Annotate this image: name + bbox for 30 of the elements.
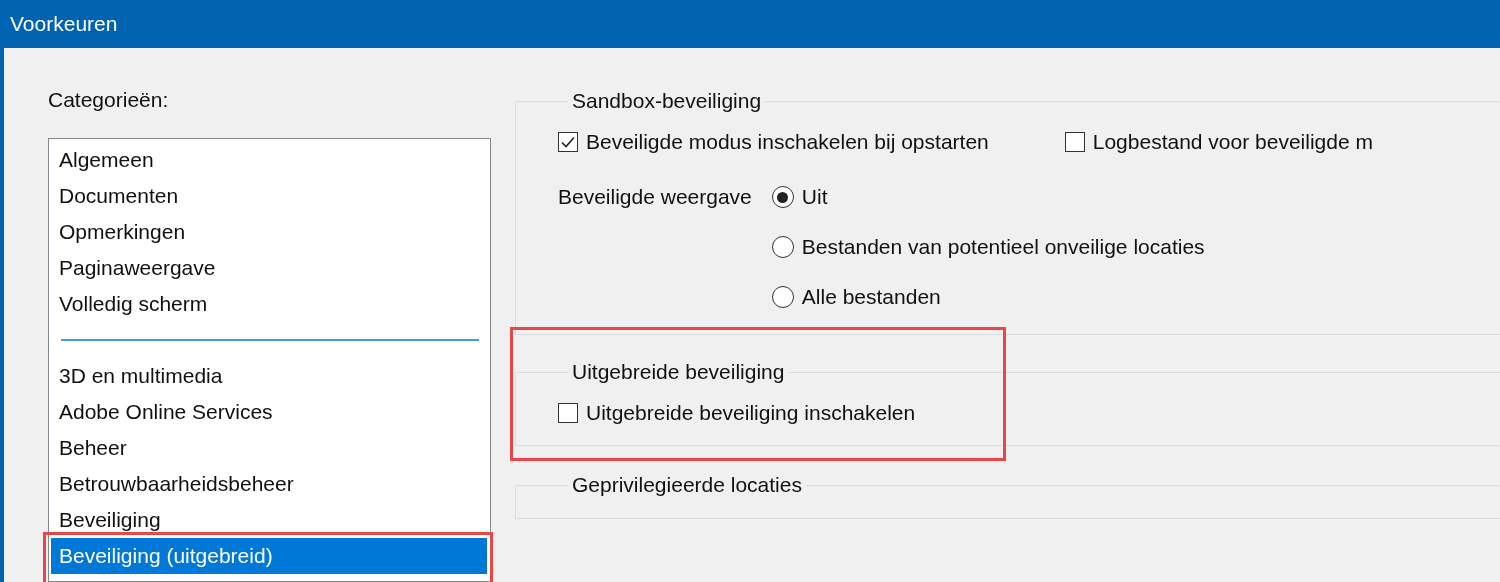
category-item[interactable]: Betrouwbaarheidsbeheer bbox=[51, 466, 487, 502]
category-item[interactable]: Algemeen bbox=[51, 142, 487, 178]
checkbox-label: Logbestand voor beveiligde m bbox=[1092, 130, 1373, 154]
group-title: Geprivilegieerde locaties bbox=[571, 472, 803, 498]
radio-group-label: Beveiligde weergave bbox=[558, 184, 752, 210]
category-item[interactable]: Beheer bbox=[51, 430, 487, 466]
checkbox[interactable] bbox=[558, 132, 578, 152]
radio-button[interactable] bbox=[771, 236, 794, 258]
category-item[interactable]: 3D en multimedia bbox=[51, 358, 487, 394]
checkbox-label: Uitgebreide beveiliging inschakelen bbox=[586, 401, 916, 425]
category-item[interactable]: Opmerkingen bbox=[51, 214, 487, 250]
category-item[interactable]: Beveiliging bbox=[51, 502, 487, 538]
radio-button[interactable] bbox=[771, 286, 794, 308]
check-icon bbox=[560, 134, 576, 150]
checkbox-label: Beveiligde modus inschakelen bij opstarten bbox=[586, 130, 989, 154]
category-item[interactable]: Beveiliging (uitgebreid) bbox=[51, 538, 487, 574]
group-title: Uitgebreide beveiliging bbox=[571, 359, 786, 385]
category-item[interactable]: Documenten bbox=[51, 178, 487, 214]
checkbox[interactable] bbox=[558, 403, 578, 423]
category-item[interactable]: Volledig scherm bbox=[51, 286, 487, 322]
window-title: Voorkeuren bbox=[10, 12, 118, 36]
radio-label: Alle bestanden bbox=[801, 285, 941, 309]
checkbox[interactable] bbox=[1064, 132, 1085, 152]
categories-label: Categorieën: bbox=[48, 87, 170, 113]
category-item[interactable]: Adobe Online Services bbox=[51, 394, 487, 430]
radio-label: Uit bbox=[801, 185, 828, 209]
radio-label: Bestanden van potentieel onveilige locaties bbox=[801, 235, 1205, 259]
group-title: Sandbox-beveiliging bbox=[571, 88, 763, 114]
category-item[interactable]: Paginaweergave bbox=[51, 250, 487, 286]
radio-button[interactable] bbox=[771, 186, 794, 208]
